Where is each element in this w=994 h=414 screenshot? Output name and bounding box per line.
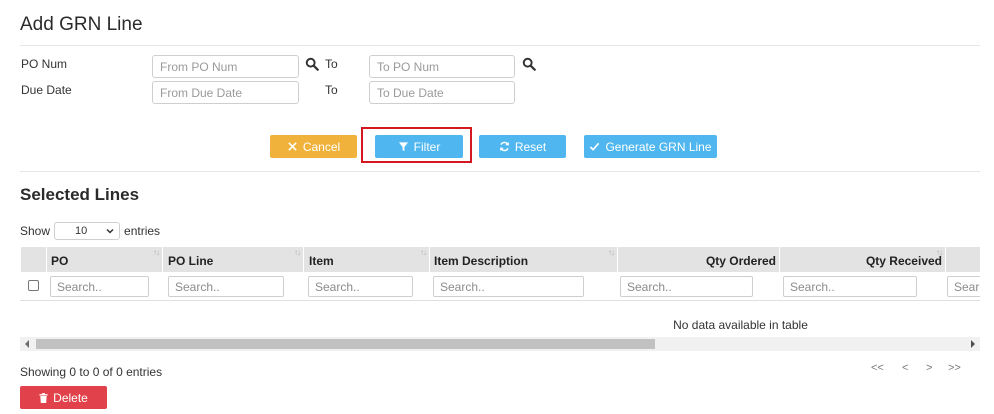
- horizontal-scrollbar[interactable]: [20, 337, 980, 351]
- column-filter-row: [20, 273, 980, 301]
- table-header: PO ↑↓ PO Line ↑↓ Item ↑↓ Item Description ↑↓…: [20, 247, 980, 272]
- delete-button-label: Delete: [53, 390, 88, 405]
- po-from-search-icon[interactable]: [305, 57, 319, 71]
- trash-icon: [39, 392, 48, 403]
- sort-icon: ↑↓: [294, 248, 301, 257]
- check-icon: [590, 142, 600, 151]
- generate-grn-line-button[interactable]: Generate GRN Line: [584, 135, 717, 158]
- column-header-qty-received[interactable]: Qty Received ↑↓: [779, 247, 945, 272]
- generate-button-label: Generate GRN Line: [605, 139, 712, 154]
- item-description-search-input[interactable]: [433, 276, 584, 297]
- filter-highlight-box: [361, 127, 472, 163]
- refresh-icon: [499, 141, 509, 152]
- chevron-down-icon: [106, 228, 114, 234]
- pagination-prev[interactable]: <: [902, 362, 908, 374]
- entries-label: entries: [124, 224, 161, 238]
- from-due-date-input[interactable]: [152, 81, 299, 104]
- scroll-left-arrow[interactable]: [25, 340, 29, 348]
- select-all-checkbox[interactable]: [28, 280, 39, 291]
- delete-button[interactable]: Delete: [20, 386, 107, 409]
- title-divider: [20, 45, 980, 46]
- column-header-item-description[interactable]: Item Description ↑↓: [429, 247, 617, 272]
- po-to-label: To: [325, 57, 338, 71]
- page-title: Add GRN Line: [20, 14, 143, 35]
- sort-icon: ↑↓: [153, 248, 160, 257]
- po-num-label: PO Num: [21, 57, 68, 71]
- column-header-po-line[interactable]: PO Line ↑↓: [162, 247, 303, 272]
- page-size-value: 10: [75, 225, 88, 237]
- sort-icon: ↑↓: [608, 248, 615, 257]
- selected-lines-title: Selected Lines: [20, 185, 140, 204]
- reset-button-label: Reset: [514, 139, 547, 154]
- sort-icon: ↑↓: [420, 248, 427, 257]
- pagination-first[interactable]: <<: [871, 362, 884, 374]
- due-date-label: Due Date: [21, 83, 72, 97]
- column-header-po[interactable]: PO ↑↓: [46, 247, 162, 272]
- cancel-button[interactable]: Cancel: [270, 135, 357, 158]
- table-info: Showing 0 to 0 of 0 entries: [20, 365, 163, 379]
- due-to-label: To: [325, 83, 338, 97]
- column-header-qty-ordered[interactable]: Qty Ordered: [617, 247, 779, 272]
- scroll-right-arrow[interactable]: [971, 340, 975, 348]
- next-column-search-input[interactable]: [947, 276, 980, 297]
- page-size-control: Show 10 entries: [20, 222, 160, 240]
- select-column-header: [20, 247, 46, 272]
- po-to-search-icon[interactable]: [522, 57, 536, 71]
- section-divider: [20, 171, 980, 172]
- po-line-search-input[interactable]: [168, 276, 284, 297]
- pagination-next[interactable]: >: [926, 362, 932, 374]
- reset-button[interactable]: Reset: [479, 135, 566, 158]
- page-size-select[interactable]: 10: [54, 222, 121, 240]
- x-icon: [288, 142, 297, 151]
- cancel-button-label: Cancel: [302, 139, 341, 154]
- po-search-input[interactable]: [50, 276, 149, 297]
- selected-lines-table: PO ↑↓ PO Line ↑↓ Item ↑↓ Item Description ↑↓…: [20, 247, 980, 338]
- show-label: Show: [20, 224, 51, 238]
- to-due-date-input[interactable]: [369, 81, 515, 104]
- to-po-num-input[interactable]: [369, 55, 515, 78]
- qty-received-search-input[interactable]: [783, 276, 917, 297]
- item-search-input[interactable]: [308, 276, 413, 297]
- sort-icon: ↑↓: [936, 248, 943, 257]
- from-po-num-input[interactable]: [152, 55, 299, 78]
- empty-table-message: No data available in table: [673, 318, 808, 332]
- scrollbar-thumb[interactable]: [36, 339, 655, 349]
- qty-ordered-search-input[interactable]: [620, 276, 753, 297]
- pagination-last[interactable]: >>: [948, 362, 961, 374]
- column-header-next: [945, 247, 980, 272]
- column-header-item[interactable]: Item ↑↓: [303, 247, 429, 272]
